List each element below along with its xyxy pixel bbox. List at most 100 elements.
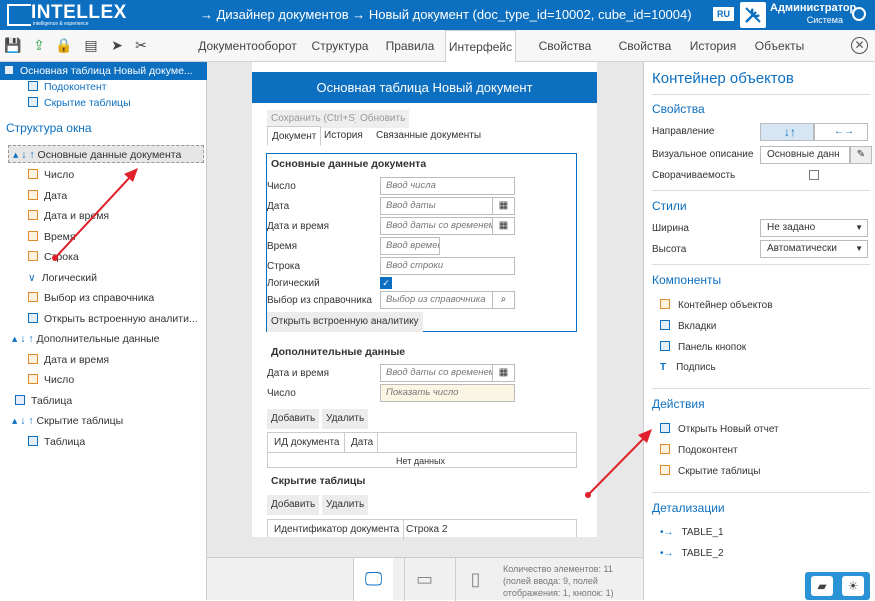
- phone-icon[interactable]: ▯: [455, 558, 495, 601]
- collapsible-checkbox[interactable]: [809, 170, 819, 180]
- date-input[interactable]: Ввод даты: [380, 197, 493, 215]
- tablet-icon[interactable]: ▭: [404, 558, 444, 601]
- logo-text: INTELLEX: [31, 2, 127, 23]
- direction-vertical-button[interactable]: ↓↑: [760, 123, 814, 141]
- datetime-input-2[interactable]: Ввод даты со временем: [380, 364, 493, 382]
- search-icon[interactable]: ⌕: [493, 291, 515, 309]
- desktop-icon[interactable]: 🖵: [353, 558, 393, 601]
- logo[interactable]: INTELLEX intelligence & experience: [7, 3, 126, 27]
- tree-node[interactable]: Дата: [28, 187, 67, 205]
- admin-tools-icon[interactable]: [740, 2, 766, 28]
- chat-icon[interactable]: ▰: [811, 576, 833, 596]
- upload-icon[interactable]: ⇪: [30, 36, 48, 54]
- close-icon[interactable]: ✕: [851, 37, 868, 54]
- datetime-input[interactable]: Ввод даты со временем: [380, 217, 493, 235]
- calendar-icon[interactable]: ▦: [493, 364, 515, 382]
- calendar-icon[interactable]: ▦: [493, 217, 515, 235]
- action-hide-table[interactable]: Скрытие таблицы: [660, 465, 761, 477]
- boolean-checkbox[interactable]: ✓: [380, 277, 392, 289]
- delete-button[interactable]: Удалить: [322, 495, 369, 515]
- tab-related-docs[interactable]: Связанные документы: [372, 126, 485, 146]
- tree-node[interactable]: ∨ Логический: [28, 269, 97, 287]
- document-icon[interactable]: ▤: [82, 36, 100, 54]
- lightbulb-icon[interactable]: ☀: [842, 576, 864, 596]
- styles-heading: Стили: [652, 199, 687, 213]
- user-avatar-icon[interactable]: [852, 7, 866, 21]
- user-name[interactable]: Администратор: [770, 2, 856, 14]
- tree-node[interactable]: Дата и время: [28, 207, 109, 225]
- tab-rules[interactable]: Правила: [380, 30, 440, 62]
- detail-item[interactable]: •→ TABLE_1: [660, 527, 724, 538]
- grid-header[interactable]: Дата: [347, 433, 379, 453]
- direction-horizontal-button[interactable]: ←→: [814, 123, 868, 141]
- tree-node[interactable]: Время: [28, 228, 76, 246]
- delete-button[interactable]: Удалить: [322, 409, 369, 429]
- width-select[interactable]: Не задано ▼: [760, 219, 868, 237]
- assistant-bar: ▰ ☀: [805, 572, 870, 600]
- tab-history[interactable]: История: [683, 30, 743, 62]
- tree-hidden-table[interactable]: Скрытие таблицы: [28, 94, 131, 112]
- field-label: Дата и время: [267, 221, 330, 232]
- tab-properties[interactable]: Свойства: [615, 30, 675, 62]
- action-subform[interactable]: Подоконтент: [660, 444, 738, 456]
- grid-header[interactable]: ИД документа: [270, 433, 345, 453]
- tree-node[interactable]: ▴ ↓ ↑ Дополнительные данные: [12, 330, 160, 348]
- tree-node-main[interactable]: ▴ ↓ ↑ Основные данные документа: [8, 145, 204, 163]
- actions-heading: Действия: [652, 397, 705, 411]
- scissors-icon[interactable]: ✂: [132, 36, 150, 54]
- height-label: Высота: [652, 244, 687, 255]
- add-button[interactable]: Добавить: [267, 495, 320, 515]
- tab-workflow[interactable]: Документооборот: [195, 30, 300, 62]
- field-label: Дата и время: [267, 368, 330, 379]
- tab-objects[interactable]: Объекты: [752, 30, 807, 62]
- field-label: Выбор из справочника: [267, 295, 372, 306]
- height-select[interactable]: Автоматически ▼: [760, 240, 868, 258]
- tree-node[interactable]: Таблица: [15, 392, 72, 410]
- component-tabs[interactable]: Вкладки: [660, 320, 716, 332]
- time-input[interactable]: Ввод времени: [380, 237, 440, 255]
- action-open-report[interactable]: Открыть Новый отчет: [660, 423, 779, 435]
- properties-panel: Контейнер объектов Свойства Направление …: [643, 62, 875, 600]
- visual-desc-label: Визуальное описание: [652, 149, 754, 160]
- tab-list-props[interactable]: Свойства списков: [525, 30, 605, 85]
- form-canvas[interactable]: Основная таблица Новый документ Сохранит…: [252, 62, 597, 540]
- grid-header[interactable]: Строка 2: [402, 520, 451, 540]
- add-button[interactable]: Добавить: [267, 409, 320, 429]
- tree-node[interactable]: Открыть встроенную аналити...: [28, 310, 198, 328]
- tree-node[interactable]: Таблица: [28, 433, 85, 451]
- window-structure-heading: Структура окна: [6, 121, 92, 135]
- component-label[interactable]: T Подпись: [660, 362, 716, 373]
- open-analytics-button[interactable]: Открыть встроенную аналитику: [267, 312, 423, 332]
- visual-desc-input[interactable]: Основные данн: [760, 146, 850, 164]
- tree-node[interactable]: Строка: [28, 248, 79, 266]
- edit-icon[interactable]: ✎: [850, 146, 872, 164]
- tree-node[interactable]: Число: [28, 371, 74, 389]
- save-icon[interactable]: 💾: [4, 36, 22, 54]
- field-label: Логический: [267, 278, 320, 289]
- send-icon[interactable]: ➤: [108, 36, 126, 54]
- props-heading: Свойства: [652, 102, 705, 116]
- tab-document[interactable]: Документ: [267, 126, 322, 146]
- width-label: Ширина: [652, 223, 689, 234]
- collapsible-label: Сворачиваемость: [652, 170, 736, 181]
- tree-node[interactable]: Число: [28, 166, 74, 184]
- tree-node[interactable]: Выбор из справочника: [28, 289, 154, 307]
- header-bar: INTELLEX intelligence & experience → Диз…: [0, 0, 875, 30]
- tree-node[interactable]: ▴ ↓ ↑ Скрытие таблицы: [12, 412, 123, 430]
- tab-interface[interactable]: Интерфейс: [445, 30, 516, 63]
- lock-icon[interactable]: 🔒: [55, 36, 73, 54]
- tab-doc-history[interactable]: История: [320, 126, 367, 146]
- lookup-input[interactable]: Выбор из справочника: [380, 291, 493, 309]
- tree-node[interactable]: Дата и время: [28, 351, 109, 369]
- field-label: Число: [267, 181, 296, 192]
- string-input[interactable]: Ввод строки: [380, 257, 515, 275]
- form-title: Основная таблица Новый документ: [252, 72, 597, 103]
- component-buttons[interactable]: Панель кнопок: [660, 341, 746, 353]
- detail-item[interactable]: •→ TABLE_2: [660, 548, 724, 559]
- language-button[interactable]: RU: [713, 7, 734, 21]
- component-container[interactable]: Контейнер объектов: [660, 299, 773, 311]
- calendar-icon[interactable]: ▦: [493, 197, 515, 215]
- number-input[interactable]: Ввод числа: [380, 177, 515, 195]
- tab-structure[interactable]: Структура: [308, 30, 372, 62]
- grid-header[interactable]: Идентификатор документа: [270, 520, 405, 540]
